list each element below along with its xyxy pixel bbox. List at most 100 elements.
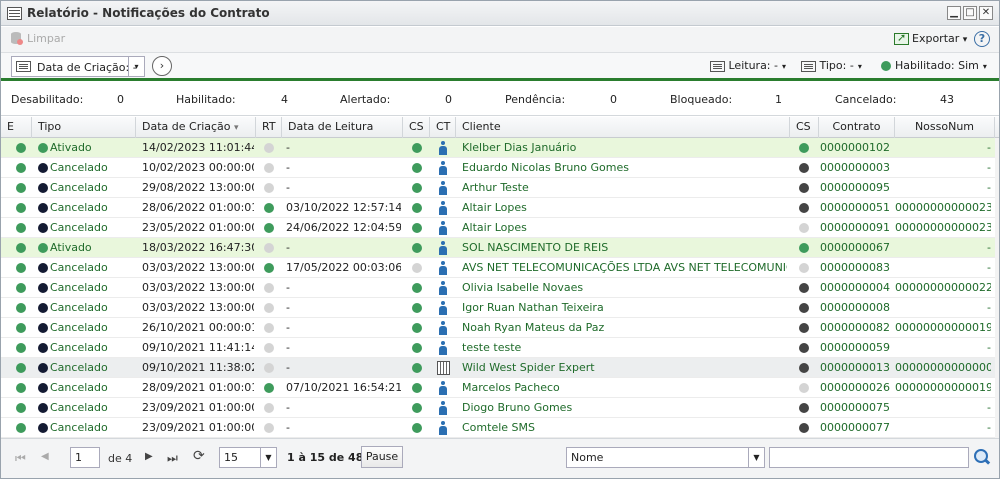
clear-button[interactable]: Limpar [11,32,65,46]
contract-cell[interactable]: 0000000008 [819,298,890,318]
table-row[interactable]: Ativado 18/03/2022 16:47:30 - SOL NASCIMENT… [1,238,995,258]
reading-filter-button[interactable]: Leitura: - ▾ [710,59,786,72]
summary-label: Desabilitado: [11,93,84,106]
search-icon[interactable] [973,448,991,466]
minimize-button[interactable]: ▁ [947,6,961,20]
client-cell[interactable]: SOL NASCIMENTO DE REIS [462,238,787,258]
creation-date-cell: 14/02/2023 11:01:44 [142,141,254,154]
report-icon [7,7,22,20]
previous-page-icon[interactable]: ◀ [41,451,49,462]
summary-count: 0 [610,93,617,106]
client-cell[interactable]: Wild West Spider Expert [462,358,787,378]
client-cell[interactable]: teste teste [462,338,787,358]
contract-cell[interactable]: 0000000003 [819,158,890,178]
table-row[interactable]: Cancelado 03/03/2022 13:00:00 - Igor Ruan N… [1,298,995,318]
table-row[interactable]: Cancelado 03/03/2022 13:00:00 17/05/2022 0… [1,258,995,278]
client-cell[interactable]: Altair Lopes [462,218,787,238]
export-button[interactable]: Exportar ▾ [894,31,967,45]
type-cell: Cancelado [50,321,108,334]
last-page-icon[interactable]: ⏭ [167,451,178,466]
table-row[interactable]: Cancelado 03/03/2022 13:00:00 - Olivia Isab… [1,278,995,298]
nossonum-cell: - [987,181,991,194]
type-dot-icon [38,243,48,253]
enabled-filter-label: Habilitado: Sim [895,59,979,72]
contract-cell[interactable]: 0000000083 [819,258,890,278]
help-icon[interactable]: ? [974,31,990,47]
table-row[interactable]: Cancelado 28/06/2022 01:00:01 03/10/2022 1… [1,198,995,218]
table-row[interactable]: Cancelado 23/09/2021 01:00:00 - Diogo Bruno… [1,398,995,418]
read-status-dot-icon [264,263,274,273]
creation-date-cell: 03/03/2022 13:00:00 [142,281,254,294]
type-dot-icon [38,283,48,293]
column-header-type[interactable]: Tipo [32,117,136,138]
person-icon [439,221,447,235]
client-cell[interactable]: Igor Ruan Nathan Teixeira [462,298,787,318]
search-input[interactable] [769,447,969,468]
contract-cell[interactable]: 0000000102 [819,138,890,158]
table-row[interactable]: Cancelado 09/10/2021 11:38:02 - Wild West S… [1,358,995,378]
column-header-read-date[interactable]: Data de Leitura [282,117,403,138]
page-size-select[interactable]: 15 ▼ [219,447,277,468]
next-page-icon[interactable]: ▶ [145,451,153,462]
column-header-nossonum[interactable]: NossoNum [895,117,995,138]
client-cell[interactable]: Altair Lopes [462,198,787,218]
column-header-contract[interactable]: Contrato [819,117,895,138]
client-cell[interactable]: Diogo Bruno Gomes [462,398,787,418]
table-row[interactable]: Cancelado 09/10/2021 11:41:14 - teste teste… [1,338,995,358]
contract-cell[interactable]: 0000000026 [819,378,890,398]
client-cell[interactable]: AVS NET TELECOMUNICAÇÕES LTDA AVS NET TE… [462,258,787,278]
close-button[interactable]: ✕ [979,6,993,20]
first-page-icon[interactable]: ⏮ [15,451,26,466]
column-header-e[interactable]: E [1,117,32,138]
contract-cell[interactable]: 0000000082 [819,318,890,338]
client-cell[interactable]: Eduardo Nicolas Bruno Gomes [462,158,787,178]
client-cell[interactable]: Arthur Teste [462,178,787,198]
table-row[interactable]: Cancelado 28/09/2021 01:00:01 07/10/2021 1… [1,378,995,398]
summary-label: Bloqueado: [670,93,733,106]
contract-cell[interactable]: 0000000004 [819,278,890,298]
contract-cell[interactable]: 0000000075 [819,398,890,418]
table-row[interactable]: Cancelado 23/05/2022 01:00:00 24/06/2022 1… [1,218,995,238]
column-header-ct[interactable]: CT [430,117,456,138]
contract-cell[interactable]: 0000000077 [819,418,890,438]
date-filter-select[interactable]: Data de Criação: - ▾ [11,56,145,77]
contract-cell[interactable]: 0000000059 [819,338,890,358]
vertical-scrollbar[interactable] [995,138,999,438]
pause-button[interactable]: Pause [361,446,403,468]
type-cell: Cancelado [50,421,108,434]
status-dot-icon [16,203,26,213]
contract-cell[interactable]: 0000000013 [819,358,890,378]
apply-filter-button[interactable]: › [152,56,172,76]
maximize-button[interactable]: □ [963,6,977,20]
read-date-cell: - [286,321,290,334]
page-number-input[interactable]: 1 [70,447,100,468]
table-row[interactable]: Ativado 14/02/2023 11:01:44 - Klelber Dias … [1,138,995,158]
enabled-filter-button[interactable]: Habilitado: Sim ▾ [881,59,987,72]
contract-cell[interactable]: 0000000095 [819,178,890,198]
table-row[interactable]: Cancelado 29/08/2022 13:00:00 - Arthur Test… [1,178,995,198]
contract-status-dot-icon [799,343,809,353]
column-header-client[interactable]: Cliente [456,117,790,138]
type-dot-icon [38,203,48,213]
client-cell[interactable]: Noah Ryan Mateus da Paz [462,318,787,338]
table-row[interactable]: Cancelado 23/09/2021 01:00:00 - Comtele SMS… [1,418,995,438]
read-status-dot-icon [264,303,274,313]
page-size-value: 15 [224,451,238,464]
contract-cell[interactable]: 0000000091 [819,218,890,238]
client-cell[interactable]: Olivia Isabelle Novaes [462,278,787,298]
table-row[interactable]: Cancelado 26/10/2021 00:00:01 - Noah Ryan M… [1,318,995,338]
client-cell[interactable]: Marcelos Pacheco [462,378,787,398]
column-header-rt[interactable]: RT [256,117,282,138]
contract-cell[interactable]: 0000000067 [819,238,890,258]
search-field-select[interactable]: Nome ▼ [566,447,765,468]
table-row[interactable]: Cancelado 10/02/2023 00:00:00 - Eduardo Nic… [1,158,995,178]
column-header-creation-date[interactable]: Data de Criação ▾ [136,117,256,138]
client-cell[interactable]: Klelber Dias Januário [462,138,787,158]
client-cell[interactable]: Comtele SMS [462,418,787,438]
contract-cell[interactable]: 0000000051 [819,198,890,218]
type-filter-button[interactable]: Tipo: - ▾ [801,59,862,72]
column-header-cs2[interactable]: CS [790,117,819,138]
refresh-icon[interactable]: ⟳ [193,448,205,464]
column-header-cs[interactable]: CS [403,117,430,138]
person-icon [439,421,447,435]
